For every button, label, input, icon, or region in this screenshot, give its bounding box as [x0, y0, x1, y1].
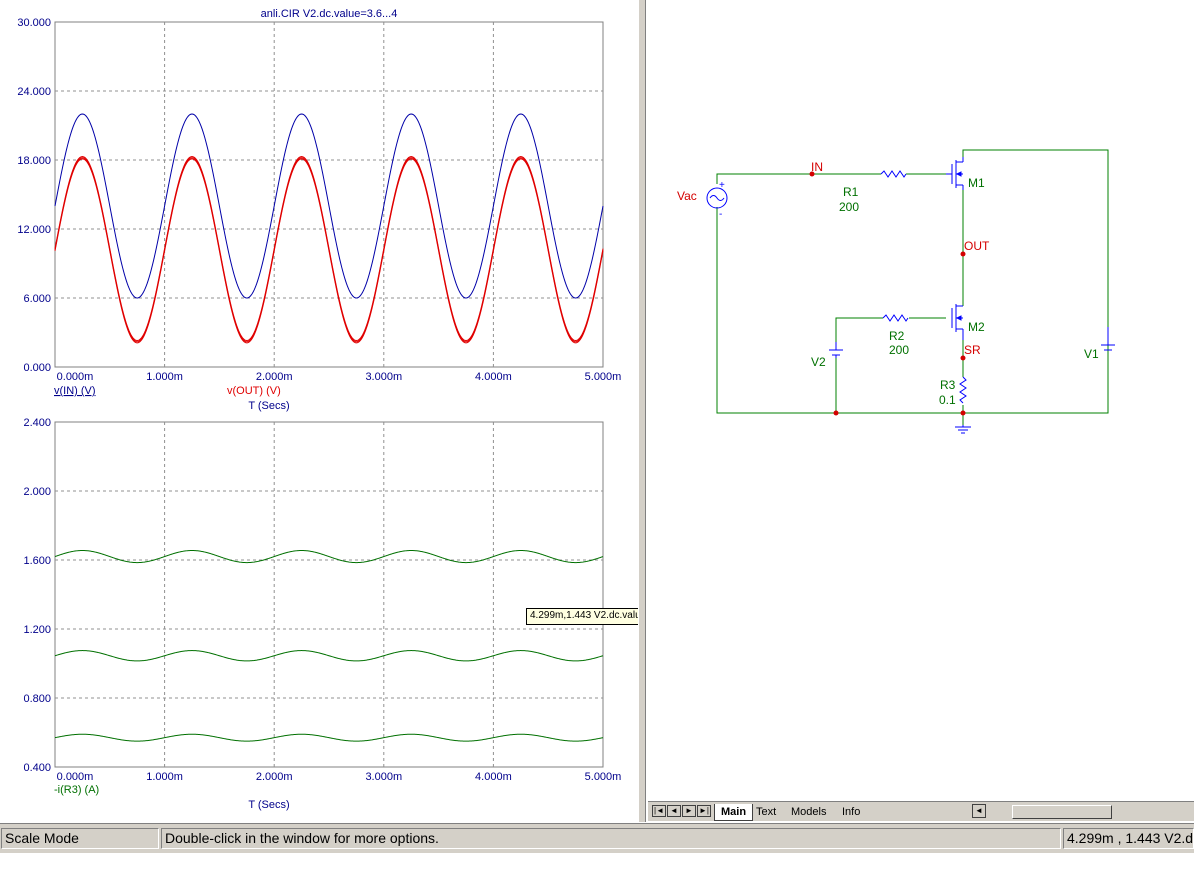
bottom-plot-x-axis: 0.000m 1.000m 2.000m 3.000m 4.000m 5.000m — [57, 771, 622, 783]
bottom-plot-area[interactable] — [54, 421, 604, 768]
r3-value[interactable]: 0.1 — [939, 393, 956, 407]
scroll-thumb[interactable] — [1012, 805, 1112, 819]
vac-label[interactable]: Vac — [677, 189, 697, 203]
y-tick-label: 0.800 — [23, 693, 51, 705]
splitter-bar[interactable] — [638, 0, 646, 822]
y-tick-label: 12.000 — [17, 224, 51, 236]
schematic-wires — [716, 149, 1109, 425]
next-tab-button[interactable]: ► — [682, 805, 696, 817]
horizontal-scrollbar[interactable]: ◄ — [972, 804, 1194, 820]
r2-label[interactable]: R2 — [889, 329, 905, 343]
y-tick-label: 30.000 — [17, 17, 51, 29]
x-tick-label: 2.000m — [256, 371, 293, 383]
tab-info[interactable]: Info — [836, 804, 866, 820]
y-tick-label: 2.000 — [23, 486, 51, 498]
x-tick-label: 0.000m — [57, 371, 94, 383]
top-plot-x-axis: 0.000m 1.000m 2.000m 3.000m 4.000m 5.000m — [57, 371, 622, 383]
r2-resistor-symbol — [882, 314, 909, 322]
scroll-left-button[interactable]: ◄ — [972, 804, 986, 818]
m1-label[interactable]: M1 — [968, 176, 985, 190]
vac-minus-label: - — [719, 209, 722, 220]
r1-value[interactable]: 200 — [839, 200, 859, 214]
status-hint: Double-click in the window for more opti… — [161, 828, 1061, 849]
x-tick-label: 1.000m — [146, 771, 183, 783]
v1-label[interactable]: V1 — [1084, 347, 1099, 361]
y-tick-label: 24.000 — [17, 86, 51, 98]
plot-window[interactable]: 30.000 24.000 18.000 12.000 6.000 0.000 0.000… — [0, 0, 662, 822]
x-tick-label: 1.000m — [146, 371, 183, 383]
r2-value[interactable]: 200 — [889, 343, 909, 357]
node-out-label[interactable]: OUT — [964, 239, 990, 253]
y-tick-label: 1.200 — [23, 624, 51, 636]
legend-v-out[interactable]: v(OUT) (V) — [227, 385, 281, 397]
first-tab-button[interactable]: |◄ — [652, 805, 666, 817]
m2-label[interactable]: M2 — [968, 320, 985, 334]
bottom-plot-xlabel: T (Secs) — [248, 799, 289, 811]
x-tick-label: 2.000m — [256, 771, 293, 783]
r3-resistor-symbol — [959, 376, 967, 404]
y-tick-label: 18.000 — [17, 155, 51, 167]
tab-main[interactable]: Main — [714, 804, 754, 821]
prev-tab-button[interactable]: ◄ — [667, 805, 681, 817]
top-plot-xlabel: T (Secs) — [248, 400, 289, 412]
legend-v-in[interactable]: v(IN) (V) — [54, 385, 96, 397]
y-tick-label: 1.600 — [23, 555, 51, 567]
plot-canvas[interactable]: 30.000 24.000 18.000 12.000 6.000 0.000 0.000… — [0, 0, 638, 822]
r3-label[interactable]: R3 — [940, 378, 956, 392]
y-tick-label: 2.400 — [23, 417, 51, 429]
schematic-labels: Vac + - IN R1 200 M1 OUT R2 200 M2 SR V2… — [677, 160, 1099, 407]
y-tick-label: 6.000 — [23, 293, 51, 305]
vac-plus-label: + — [719, 180, 725, 191]
top-plot-area[interactable] — [54, 21, 604, 368]
status-mode: Scale Mode — [1, 828, 159, 849]
tab-models[interactable]: Models — [785, 804, 832, 820]
status-readout: 4.299m , 1.443 V2.dc.value=4 — [1063, 828, 1194, 849]
x-tick-label: 3.000m — [365, 371, 402, 383]
v2-label[interactable]: V2 — [811, 355, 826, 369]
top-plot-y-axis: 30.000 24.000 18.000 12.000 6.000 0.000 — [17, 17, 51, 374]
bottom-plot-y-axis: 2.400 2.000 1.600 1.200 0.800 0.400 — [23, 417, 51, 774]
r1-resistor-symbol — [880, 170, 907, 178]
status-bar: Scale Mode Double-click in the window fo… — [0, 823, 1194, 853]
node-sr-label[interactable]: SR — [964, 343, 981, 357]
last-tab-button[interactable]: ►| — [697, 805, 711, 817]
x-tick-label: 0.000m — [57, 771, 94, 783]
schematic-tab-bar: |◄ ◄ ► ►| Main Text Models Info ◄ — [648, 801, 1194, 821]
schematic-canvas[interactable]: Vac + - IN R1 200 M1 OUT R2 200 M2 SR V2… — [646, 0, 1194, 800]
tab-text[interactable]: Text — [750, 804, 782, 820]
x-tick-label: 3.000m — [365, 771, 402, 783]
x-tick-label: 5.000m — [585, 371, 622, 383]
y-tick-label: 0.400 — [23, 762, 51, 774]
y-tick-label: 0.000 — [23, 362, 51, 374]
legend-i-r3[interactable]: -i(R3) (A) — [54, 784, 99, 796]
x-tick-label: 4.000m — [475, 371, 512, 383]
x-tick-label: 5.000m — [585, 771, 622, 783]
r1-label[interactable]: R1 — [843, 185, 859, 199]
node-in-label[interactable]: IN — [811, 160, 823, 174]
schematic-window[interactable]: Vac + - IN R1 200 M1 OUT R2 200 M2 SR V2… — [646, 0, 1194, 822]
top-plot-title: anli.CIR V2.dc.value=3.6...4 — [261, 8, 398, 20]
schematic-components — [706, 157, 1115, 434]
x-tick-label: 4.000m — [475, 771, 512, 783]
